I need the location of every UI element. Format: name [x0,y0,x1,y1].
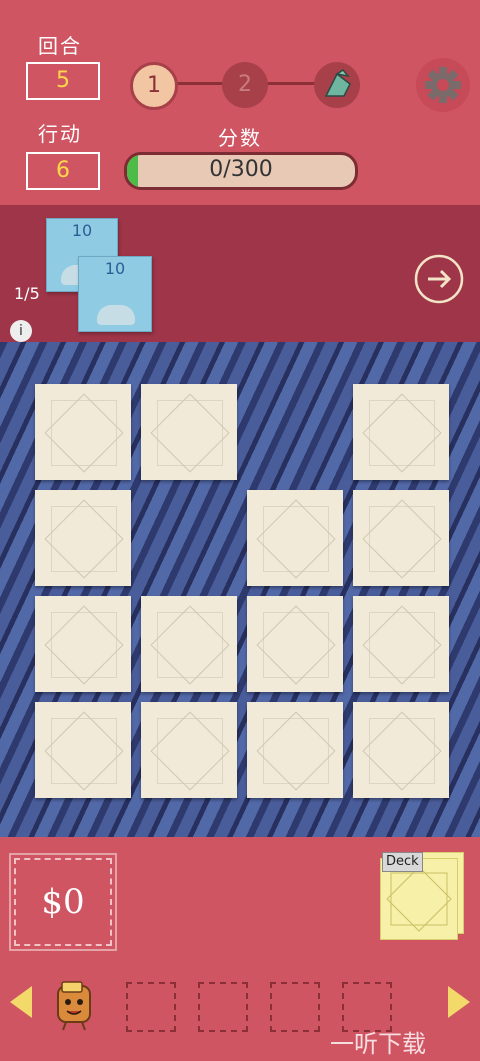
board-tile[interactable] [141,384,237,480]
board-tile[interactable] [35,384,131,480]
hand-counter: 1/5 [14,284,40,303]
gear-icon [425,67,461,103]
board-tile[interactable] [247,702,343,798]
hand-card[interactable]: 10 [78,256,152,332]
inventory-slot[interactable] [270,982,320,1032]
card-value: 10 [71,221,93,240]
board-tile[interactable] [35,702,131,798]
arrow-right-icon [414,254,464,304]
next-button[interactable] [414,254,464,304]
board-tile[interactable] [35,596,131,692]
inventory-slot[interactable] [126,982,176,1032]
origami-bird-icon [324,69,351,97]
info-button[interactable]: i [10,320,32,342]
board-tile[interactable] [247,490,343,586]
score-text: 0/300 [209,157,273,182]
board-tile[interactable] [353,490,449,586]
score-label: 分数 [218,126,262,150]
board-tile[interactable] [35,490,131,586]
board-tile[interactable] [353,596,449,692]
board-tile[interactable] [353,384,449,480]
score-progress-bar: 0/300 [124,152,358,190]
watermark-text: 一听下载 [330,1030,426,1058]
card-value: 10 [104,259,126,278]
action-counter: 6 [26,152,100,190]
cat-icon [97,305,135,325]
action-label: 行动 [38,122,82,146]
board-tile[interactable] [247,596,343,692]
stage-boss-node [314,62,360,108]
scroll-left-arrow[interactable] [10,986,32,1018]
toast-character-icon[interactable] [50,980,98,1032]
board-tile[interactable] [141,702,237,798]
stage-1-node: 1 [130,62,178,110]
deck-label: Deck [382,852,423,872]
board-tile[interactable] [353,702,449,798]
turn-counter: 5 [26,62,100,100]
turn-label: 回合 [38,34,82,58]
settings-button[interactable] [416,58,470,112]
stage-2-node: 2 [222,62,268,108]
money-display: $0 [9,853,117,951]
inventory-slot[interactable] [198,982,248,1032]
scroll-right-arrow[interactable] [448,986,470,1018]
board-tile[interactable] [141,596,237,692]
